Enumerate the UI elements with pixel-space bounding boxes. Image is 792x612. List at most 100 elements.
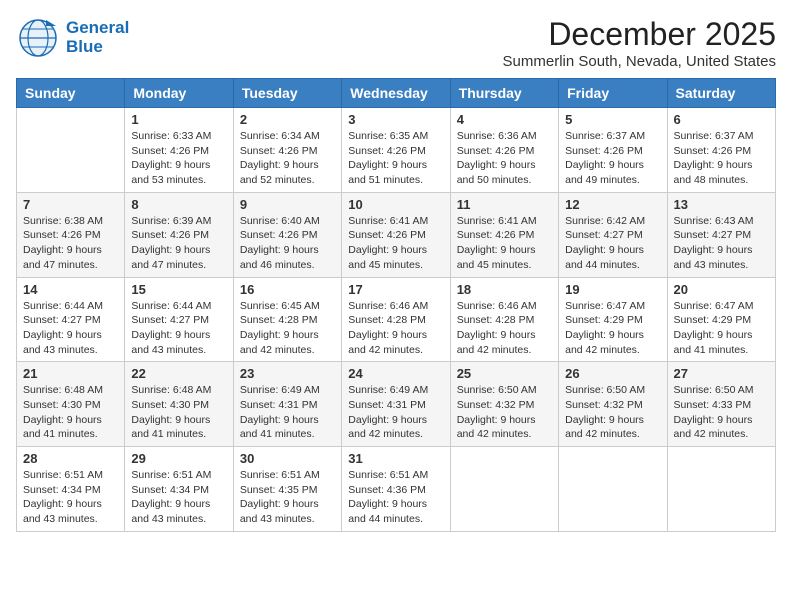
day-number: 13 [674,197,769,212]
calendar-cell: 23 Sunrise: 6:49 AMSunset: 4:31 PMDayligh… [233,362,341,447]
calendar-cell: 10Sunrise: 6:41 AMSunset: 4:26 PMDayligh… [342,192,450,277]
day-number: 23 [240,366,335,381]
day-info: Sunrise: 6:38 AMSunset: 4:26 PMDaylight:… [23,214,118,273]
calendar-cell: 19 Sunrise: 6:47 AMSunset: 4:29 PMDayligh… [559,277,667,362]
day-number: 17 [348,282,443,297]
calendar-cell: 6 Sunrise: 6:37 AMSunset: 4:26 PMDaylight… [667,108,775,193]
calendar-cell: 14 Sunrise: 6:44 AMSunset: 4:27 PMDayligh… [17,277,125,362]
day-number: 26 [565,366,660,381]
calendar-week-row: 1 Sunrise: 6:33 AMSunset: 4:26 PMDaylight… [17,108,776,193]
calendar-cell: 7Sunrise: 6:38 AMSunset: 4:26 PMDaylight… [17,192,125,277]
calendar-cell: 17 Sunrise: 6:46 AMSunset: 4:28 PMDayligh… [342,277,450,362]
day-number: 20 [674,282,769,297]
calendar-cell: 21 Sunrise: 6:48 AMSunset: 4:30 PMDayligh… [17,362,125,447]
day-info: Sunrise: 6:33 AMSunset: 4:26 PMDaylight:… [131,129,226,188]
day-number: 1 [131,112,226,127]
calendar-cell: 27Sunrise: 6:50 AMSunset: 4:33 PMDayligh… [667,362,775,447]
day-info: Sunrise: 6:47 AMSunset: 4:29 PMDaylight:… [674,299,769,358]
day-number: 24 [348,366,443,381]
calendar-cell: 20 Sunrise: 6:47 AMSunset: 4:29 PMDayligh… [667,277,775,362]
day-number: 3 [348,112,443,127]
calendar-cell: 30Sunrise: 6:51 AMSunset: 4:35 PMDayligh… [233,447,341,532]
day-info: Sunrise: 6:48 AMSunset: 4:30 PMDaylight:… [23,383,118,442]
day-number: 29 [131,451,226,466]
day-info: Sunrise: 6:51 AMSunset: 4:35 PMDaylight:… [240,468,335,527]
calendar-cell: 29 Sunrise: 6:51 AMSunset: 4:34 PMDayligh… [125,447,233,532]
day-number: 9 [240,197,335,212]
day-info: Sunrise: 6:34 AMSunset: 4:26 PMDaylight:… [240,129,335,188]
day-info: Sunrise: 6:50 AMSunset: 4:32 PMDaylight:… [565,383,660,442]
day-info: Sunrise: 6:41 AMSunset: 4:26 PMDaylight:… [457,214,552,273]
day-info: Sunrise: 6:46 AMSunset: 4:28 PMDaylight:… [457,299,552,358]
title-area: December 2025 Summerlin South, Nevada, U… [503,16,776,70]
calendar-cell: 31Sunrise: 6:51 AMSunset: 4:36 PMDayligh… [342,447,450,532]
day-info: Sunrise: 6:51 AMSunset: 4:34 PMDaylight:… [131,468,226,527]
column-header-monday: Monday [125,79,233,108]
calendar-cell: 2 Sunrise: 6:34 AMSunset: 4:26 PMDaylight… [233,108,341,193]
calendar-cell: 13 Sunrise: 6:43 AMSunset: 4:27 PMDayligh… [667,192,775,277]
column-header-sunday: Sunday [17,79,125,108]
calendar-week-row: 7Sunrise: 6:38 AMSunset: 4:26 PMDaylight… [17,192,776,277]
day-info: Sunrise: 6:40 AMSunset: 4:26 PMDaylight:… [240,214,335,273]
day-info: Sunrise: 6:51 AMSunset: 4:34 PMDaylight:… [23,468,118,527]
day-info: Sunrise: 6:50 AMSunset: 4:32 PMDaylight:… [457,383,552,442]
calendar-cell: 11 Sunrise: 6:41 AMSunset: 4:26 PMDayligh… [450,192,558,277]
column-header-wednesday: Wednesday [342,79,450,108]
day-info: Sunrise: 6:42 AMSunset: 4:27 PMDaylight:… [565,214,660,273]
calendar-table: SundayMondayTuesdayWednesdayThursdayFrid… [16,78,776,532]
calendar-cell [450,447,558,532]
day-number: 6 [674,112,769,127]
column-header-saturday: Saturday [667,79,775,108]
day-number: 18 [457,282,552,297]
day-info: Sunrise: 6:43 AMSunset: 4:27 PMDaylight:… [674,214,769,273]
calendar-week-row: 21 Sunrise: 6:48 AMSunset: 4:30 PMDayligh… [17,362,776,447]
calendar-cell: 18 Sunrise: 6:46 AMSunset: 4:28 PMDayligh… [450,277,558,362]
day-number: 14 [23,282,118,297]
calendar-cell: 9 Sunrise: 6:40 AMSunset: 4:26 PMDaylight… [233,192,341,277]
calendar-cell: 24Sunrise: 6:49 AMSunset: 4:31 PMDayligh… [342,362,450,447]
day-info: Sunrise: 6:36 AMSunset: 4:26 PMDaylight:… [457,129,552,188]
day-info: Sunrise: 6:37 AMSunset: 4:26 PMDaylight:… [674,129,769,188]
page-header: General Blue December 2025 Summerlin Sou… [16,16,776,70]
calendar-cell: 5Sunrise: 6:37 AMSunset: 4:26 PMDaylight… [559,108,667,193]
day-number: 2 [240,112,335,127]
calendar-cell: 12 Sunrise: 6:42 AMSunset: 4:27 PMDayligh… [559,192,667,277]
day-number: 10 [348,197,443,212]
logo-line2: Blue [66,38,129,57]
day-info: Sunrise: 6:51 AMSunset: 4:36 PMDaylight:… [348,468,443,527]
day-number: 21 [23,366,118,381]
location: Summerlin South, Nevada, United States [503,53,776,70]
day-info: Sunrise: 6:49 AMSunset: 4:31 PMDaylight:… [240,383,335,442]
day-number: 19 [565,282,660,297]
calendar-cell: 8Sunrise: 6:39 AMSunset: 4:26 PMDaylight… [125,192,233,277]
day-number: 28 [23,451,118,466]
day-number: 25 [457,366,552,381]
day-info: Sunrise: 6:46 AMSunset: 4:28 PMDaylight:… [348,299,443,358]
calendar-cell [667,447,775,532]
column-header-tuesday: Tuesday [233,79,341,108]
day-info: Sunrise: 6:44 AMSunset: 4:27 PMDaylight:… [131,299,226,358]
calendar-cell: 15 Sunrise: 6:44 AMSunset: 4:27 PMDayligh… [125,277,233,362]
logo: General Blue [16,16,129,60]
calendar-cell: 1 Sunrise: 6:33 AMSunset: 4:26 PMDaylight… [125,108,233,193]
calendar-cell: 16Sunrise: 6:45 AMSunset: 4:28 PMDayligh… [233,277,341,362]
day-number: 16 [240,282,335,297]
day-info: Sunrise: 6:48 AMSunset: 4:30 PMDaylight:… [131,383,226,442]
day-number: 15 [131,282,226,297]
day-info: Sunrise: 6:44 AMSunset: 4:27 PMDaylight:… [23,299,118,358]
calendar-cell: 28 Sunrise: 6:51 AMSunset: 4:34 PMDayligh… [17,447,125,532]
calendar-cell: 22 Sunrise: 6:48 AMSunset: 4:30 PMDayligh… [125,362,233,447]
column-header-thursday: Thursday [450,79,558,108]
calendar-cell: 26 Sunrise: 6:50 AMSunset: 4:32 PMDayligh… [559,362,667,447]
logo-icon [16,16,60,60]
day-info: Sunrise: 6:47 AMSunset: 4:29 PMDaylight:… [565,299,660,358]
day-number: 11 [457,197,552,212]
day-info: Sunrise: 6:37 AMSunset: 4:26 PMDaylight:… [565,129,660,188]
day-number: 12 [565,197,660,212]
calendar-cell [559,447,667,532]
day-number: 22 [131,366,226,381]
calendar-cell [17,108,125,193]
column-header-friday: Friday [559,79,667,108]
day-number: 4 [457,112,552,127]
day-number: 8 [131,197,226,212]
